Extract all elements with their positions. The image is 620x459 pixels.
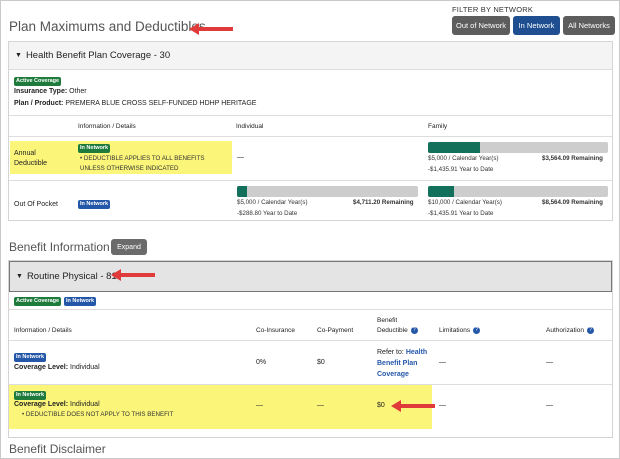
active-coverage-badge: Active Coverage	[14, 297, 62, 306]
family-oop-limit: $10,000 / Calendar Year(s)	[428, 199, 502, 206]
family-deductible-remaining: $3,564.09 Remaining	[542, 155, 603, 162]
routine-physical-header[interactable]: ▼ Routine Physical - 81	[9, 261, 612, 292]
out-of-network-button[interactable]: Out of Network	[452, 16, 510, 35]
limitations-value: —	[439, 359, 446, 366]
question-icon[interactable]: ?	[473, 327, 481, 334]
col-limitations: Limitations?	[439, 327, 481, 335]
benefit-disclaimer-title: Benefit Disclaimer	[9, 442, 106, 456]
caret-down-icon: ▼	[15, 52, 22, 59]
coverage-link[interactable]: Coverage	[377, 371, 409, 378]
col-authorization: Authorization?	[546, 327, 594, 334]
coverage-level: Coverage Level: Individual	[14, 364, 100, 371]
plan-product-value: PREMERA BLUE CROSS SELF-FUNDED HDHP HERI…	[65, 100, 257, 107]
coverage-level-value: Individual	[70, 401, 100, 408]
co-insurance-value: 0%	[256, 359, 267, 366]
family-deductible-limit: $5,000 / Calendar Year(s)	[428, 155, 499, 162]
deductible-value: $0	[377, 402, 385, 409]
divider	[9, 180, 612, 181]
co-payment-value: $0	[317, 359, 325, 366]
page-title: Plan Maximums and Deductibles	[9, 19, 206, 34]
benefit-information-title: Benefit Information	[9, 240, 110, 254]
coverage-level-value: Individual	[70, 364, 100, 371]
individual-oop-limit: $5,000 / Calendar Year(s)	[237, 199, 308, 206]
col-co-payment: Co-Payment	[317, 327, 354, 334]
authorization-value: —	[546, 359, 553, 366]
expand-button[interactable]: Expand	[111, 239, 147, 255]
individual-oop-remaining: $4,711.20 Remaining	[353, 199, 414, 206]
insurance-type: Insurance Type: Other	[14, 88, 87, 95]
authorization-value: —	[546, 402, 553, 409]
health-link[interactable]: Health	[406, 349, 427, 356]
family-oop-progress	[428, 186, 608, 197]
active-coverage-badge: Active Coverage	[14, 77, 62, 86]
col-co-insurance: Co-Insurance	[256, 327, 296, 334]
family-deductible-ytd: -$1,435.91 Year to Date	[428, 166, 494, 173]
coverage-level-label: Coverage Level:	[14, 364, 69, 371]
col-limitations-text: Limitations	[439, 327, 471, 335]
plan-product: Plan / Product: PREMERA BLUE CROSS SELF-…	[14, 100, 256, 107]
in-network-badge: In Network	[78, 200, 111, 209]
out-of-pocket-label: Out Of Pocket	[14, 201, 58, 208]
deductible-not-apply-text: DEDUCTIBLE DOES NOT APPLY TO THIS BENEFI…	[25, 411, 174, 418]
filter-label: FILTER BY NETWORK	[452, 5, 534, 14]
co-insurance-value: —	[256, 402, 263, 409]
individual-oop-progress	[237, 186, 418, 197]
col-family: Family	[428, 123, 448, 130]
family-oop-remaining: $8,564.09 Remaining	[542, 199, 603, 206]
question-icon[interactable]: ?	[586, 327, 594, 334]
insurance-type-value: Other	[69, 88, 87, 95]
plan-product-label: Plan / Product:	[14, 100, 64, 107]
in-network-badge: In Network	[78, 144, 111, 153]
col-benefit: Benefit	[377, 317, 398, 324]
divider	[9, 136, 612, 137]
plan-header[interactable]: ▼ Health Benefit Plan Coverage - 30	[9, 42, 612, 70]
in-network-badge: In Network	[14, 353, 47, 362]
divider	[9, 309, 612, 310]
coverage-level-label: Coverage Level:	[14, 401, 69, 408]
family-oop-fill	[428, 186, 454, 197]
family-oop-ytd: -$1,435.91 Year to Date	[428, 210, 494, 217]
family-deductible-fill	[428, 142, 480, 153]
question-icon[interactable]: ?	[410, 327, 418, 334]
deductible-not-apply-note: • DEDUCTIBLE DOES NOT APPLY TO THIS BENE…	[22, 411, 174, 418]
page: Plan Maximums and Deductibles FILTER BY …	[0, 0, 620, 459]
deductible-note-text: DEDUCTIBLE APPLIES TO ALL BENEFITS UNLES…	[80, 155, 205, 172]
red-arrow-icon	[391, 400, 435, 412]
in-network-button[interactable]: In Network	[513, 16, 560, 35]
individual-oop-fill	[237, 186, 248, 197]
col-authorization-text: Authorization	[546, 327, 584, 335]
insurance-type-label: Insurance Type:	[14, 88, 68, 95]
plan-header-title: Health Benefit Plan Coverage - 30	[25, 50, 171, 61]
family-deductible-progress	[428, 142, 608, 153]
col-deductible-text: Deductible	[377, 327, 408, 335]
deductible-note: • DEDUCTIBLE APPLIES TO ALL BENEFITS UNL…	[80, 155, 205, 172]
co-payment-value: —	[317, 402, 324, 409]
caret-down-icon: ▼	[16, 273, 23, 280]
in-network-badge: In Network	[14, 391, 47, 400]
individual-deductible-value: —	[237, 154, 244, 161]
refer-to-label: Refer to:	[377, 349, 404, 356]
col-info-details: Information / Details	[78, 123, 136, 130]
all-networks-button[interactable]: All Networks	[563, 16, 615, 35]
red-arrow-icon	[189, 23, 233, 35]
limitations-value: —	[439, 402, 446, 409]
annual-deductible-label: Annual Deductible	[14, 150, 48, 167]
divider	[9, 340, 612, 341]
coverage-level: Coverage Level: Individual	[14, 401, 100, 408]
in-network-badge: In Network	[64, 297, 97, 306]
routine-physical-title: Routine Physical - 81	[26, 271, 117, 282]
col-info-details: Information / Details	[14, 327, 72, 334]
red-arrow-icon	[111, 269, 155, 281]
deductible-refer: Refer to: Health	[377, 349, 427, 356]
divider	[9, 115, 612, 116]
individual-oop-ytd: -$288.80 Year to Date	[237, 210, 298, 217]
col-deductible: Deductible?	[377, 327, 418, 334]
benefit-plan-link[interactable]: Benefit Plan	[377, 360, 417, 367]
col-individual: Individual	[236, 123, 264, 130]
